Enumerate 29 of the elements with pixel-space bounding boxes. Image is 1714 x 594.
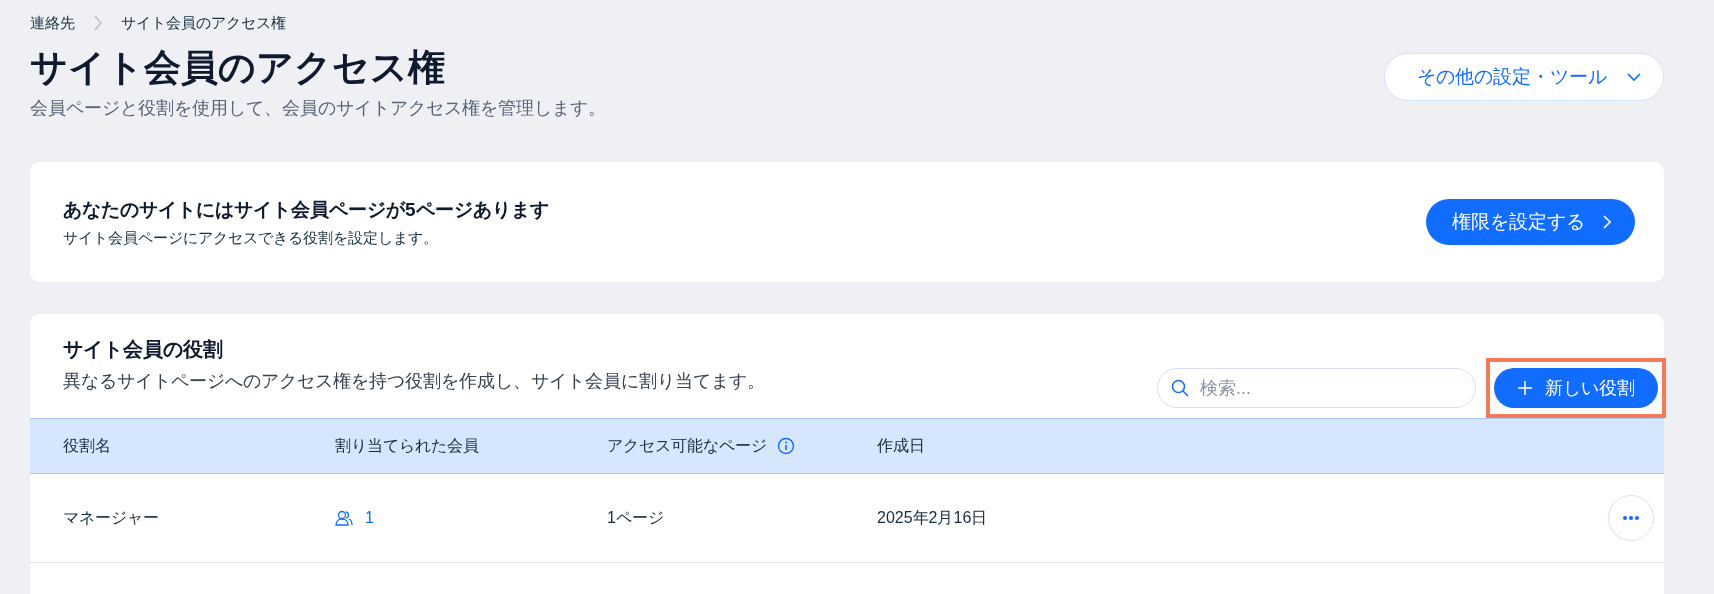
breadcrumb-item: サイト会員のアクセス権 [121,13,286,33]
pages-count: 1ページ [607,507,665,528]
section-description: 異なるサイトページへのアクセス権を持つ役割を作成し、サイト会員に割り当てます。 [63,370,765,393]
chevron-down-icon [1627,72,1641,82]
more-tools-button[interactable]: その他の設定・ツール [1384,53,1664,101]
chevron-right-icon [93,14,103,32]
set-permissions-button[interactable]: 権限を設定する [1426,199,1635,245]
new-role-button[interactable]: 新しい役割 [1494,368,1658,408]
info-icon [777,437,795,455]
more-actions-button[interactable] [1608,495,1654,541]
role-name: マネージャー [63,507,160,528]
people-icon [335,509,353,527]
members-link[interactable]: 1 [335,509,374,527]
plus-icon [1517,380,1533,396]
page-subtitle: 会員ページと役割を使用して、会員のサイトアクセス権を管理します。 [30,97,606,120]
search-icon [1171,379,1189,397]
search-field[interactable]: 検索... [1157,368,1476,408]
column-header: 作成日 [877,435,925,456]
more-icon [1623,516,1639,520]
breadcrumb-item[interactable]: 連絡先 [30,13,75,33]
column-header: アクセス可能なページ [607,435,767,456]
card-description: サイト会員ページにアクセスできる役割を設定します。 [63,228,439,248]
column-header: 役割名 [63,435,111,456]
created-date: 2025年2月16日 [877,507,989,528]
page-title: サイト会員のアクセス権 [30,46,446,90]
section-title: サイト会員の役割 [63,337,224,362]
column-header: 割り当てられた会員 [335,435,479,456]
card-title: あなたのサイトにはサイト会員ページが5ページあります [63,197,549,222]
chevron-right-icon [1603,215,1611,229]
